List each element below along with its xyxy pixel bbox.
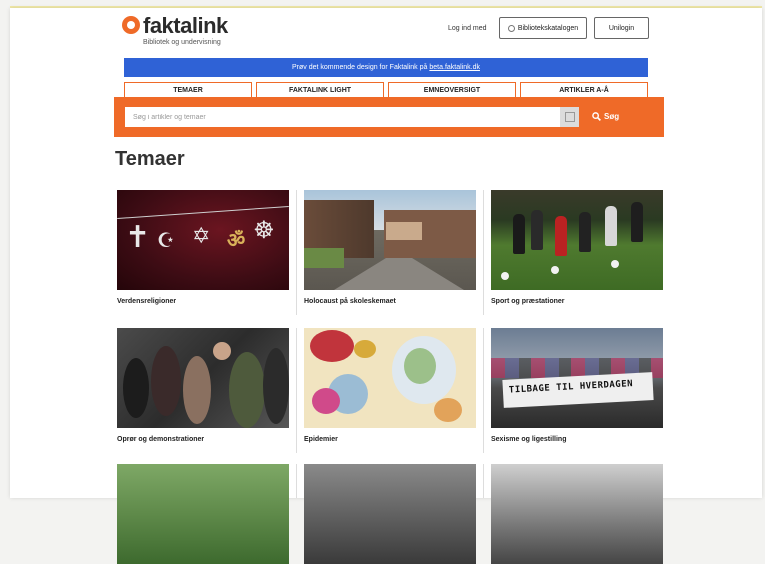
theme-card-row3-1[interactable] xyxy=(117,464,289,564)
library-catalog-button[interactable]: Bibliotekskatalogen xyxy=(499,17,587,39)
theme-card-row3-2[interactable] xyxy=(304,464,476,564)
unilogin-button[interactable]: Unilogin xyxy=(594,17,649,39)
theme-card-epidemier[interactable]: Epidemier xyxy=(304,328,476,443)
theme-title: Verdensreligioner xyxy=(117,298,177,305)
page-title: Temaer xyxy=(115,148,185,170)
theme-card-sexisme[interactable]: TILBAGE TIL HVERDAGEN Sexisme og ligesti… xyxy=(491,328,663,443)
cross-symbol: ✝ xyxy=(125,220,151,255)
theme-card-sport[interactable]: Sport og præstationer xyxy=(491,190,663,305)
theme-card-verdensreligioner[interactable]: ✝ ☪ ✡ ॐ ☸ Verdensreligioner xyxy=(117,190,289,305)
theme-image-bw-2 xyxy=(491,464,663,564)
theme-title: Epidemier xyxy=(304,436,338,443)
logo-name: faktalink xyxy=(143,13,228,38)
theme-card-row3-3[interactable] xyxy=(491,464,663,564)
theme-image-bw-1 xyxy=(304,464,476,564)
tab-temaer[interactable]: TEMAER xyxy=(124,82,252,98)
search-button-label: Søg xyxy=(604,112,620,121)
protest-banner-text: TILBAGE TIL HVERDAGEN xyxy=(508,379,634,396)
search-bar: Søg xyxy=(114,97,664,137)
library-catalog-label: Bibliotekskatalogen xyxy=(517,25,579,32)
theme-image-trees xyxy=(117,464,289,564)
theme-image-epidemics xyxy=(304,328,476,428)
crescent-symbol: ☪ xyxy=(157,228,175,252)
theme-image-protest xyxy=(117,328,289,428)
search-icon xyxy=(592,112,601,122)
logo-subtitle: Bibliotek og undervisning xyxy=(143,39,221,46)
theme-image-sexism: TILBAGE TIL HVERDAGEN xyxy=(491,328,663,428)
search-clear-icon[interactable] xyxy=(560,107,579,127)
search-input[interactable] xyxy=(125,107,560,127)
om-symbol: ॐ xyxy=(227,228,246,252)
theme-image-religion: ✝ ☪ ✡ ॐ ☸ xyxy=(117,190,289,290)
theme-card-holocaust[interactable]: Holocaust på skoleskemaet xyxy=(304,190,476,305)
theme-title: Sport og præstationer xyxy=(491,298,565,305)
theme-image-holocaust xyxy=(304,190,476,290)
beta-banner: Prøv det kommende design for Faktalink p… xyxy=(124,58,648,77)
beta-banner-text: Prøv det kommende design for Faktalink p… xyxy=(292,64,428,71)
beta-banner-link[interactable]: beta.faktalink.dk xyxy=(429,64,480,71)
circle-icon xyxy=(507,24,515,32)
theme-title: Oprør og demonstrationer xyxy=(117,436,205,443)
wheel-symbol: ☸ xyxy=(253,216,275,244)
main-tabs: TEMAER FAKTALINK LIGHT EMNEOVERSIGT ARTI… xyxy=(124,82,648,98)
login-label: Log ind med xyxy=(448,25,487,32)
theme-title: Holocaust på skoleskemaet xyxy=(304,298,396,305)
logo-mark-icon xyxy=(122,16,140,34)
theme-card-opror[interactable]: Oprør og demonstrationer xyxy=(117,328,289,443)
search-button[interactable]: Søg xyxy=(592,107,638,127)
star-of-david-symbol: ✡ xyxy=(192,224,211,249)
theme-image-sport xyxy=(491,190,663,290)
theme-title: Sexisme og ligestilling xyxy=(491,436,567,443)
tab-artikler-a-aa[interactable]: ARTIKLER A-Å xyxy=(520,82,648,98)
tab-faktalink-light[interactable]: FAKTALINK LIGHT xyxy=(256,82,384,98)
tab-emneoversigt[interactable]: EMNEOVERSIGT xyxy=(388,82,516,98)
